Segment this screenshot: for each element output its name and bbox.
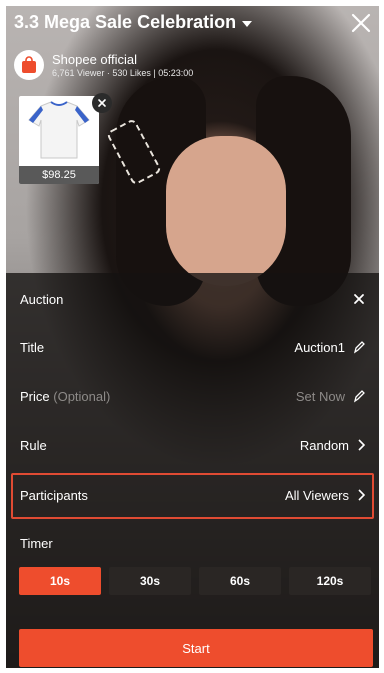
auction-title-value-group: Auction1: [294, 340, 365, 355]
start-button[interactable]: Start: [19, 629, 373, 667]
avatar[interactable]: [14, 50, 44, 80]
auction-panel-header: Auction: [6, 277, 379, 321]
auction-panel: Auction Title Auction1 Price (Optional) …: [6, 273, 379, 668]
video-face-shape: [166, 136, 286, 286]
close-icon[interactable]: [350, 12, 372, 34]
tshirt-product-image: [28, 101, 90, 159]
stream-title[interactable]: 3.3 Mega Sale Celebration: [14, 12, 253, 33]
auction-title-value: Auction1: [294, 339, 345, 355]
auction-panel-title: Auction: [20, 291, 64, 307]
host-name: Shopee official: [52, 52, 138, 67]
timer-option-10s[interactable]: 10s: [19, 567, 101, 595]
auction-rule-row[interactable]: Rule Random: [6, 423, 379, 467]
timer-option-60s[interactable]: 60s: [199, 567, 281, 595]
auction-price-optional: (Optional): [53, 388, 111, 404]
chevron-down-icon: [242, 21, 253, 27]
auction-rule-label: Rule: [20, 437, 47, 453]
product-price: $98.25: [19, 166, 99, 184]
timer-option-120s[interactable]: 120s: [289, 567, 371, 595]
auction-title-row[interactable]: Title Auction1: [6, 325, 379, 369]
auction-price-label: Price (Optional): [20, 389, 110, 404]
timer-label: Timer: [20, 536, 53, 551]
pinned-product-card[interactable]: $98.25: [19, 96, 99, 184]
auction-price-value: Set Now: [295, 388, 345, 404]
auction-price-label-text: Price: [20, 388, 50, 404]
timer-option-30s[interactable]: 30s: [109, 567, 191, 595]
host-stats: 6,761 Viewer · 530 Likes | 05:23:00: [52, 68, 194, 78]
participants-highlight-box: [11, 473, 374, 519]
chevron-right-icon: [358, 439, 365, 451]
auction-price-value-group: Set Now: [296, 389, 365, 404]
stream-title-text: 3.3 Mega Sale Celebration: [14, 12, 237, 32]
pencil-icon[interactable]: [353, 340, 365, 354]
auction-rule-value: Random: [299, 437, 349, 453]
shopee-bag-icon: [22, 56, 36, 73]
auction-price-row[interactable]: Price (Optional) Set Now: [6, 374, 379, 418]
auction-title-label: Title: [20, 339, 45, 355]
close-icon: [98, 99, 106, 107]
pencil-icon[interactable]: [353, 389, 365, 403]
host-info: Shopee official 6,761 Viewer · 530 Likes…: [14, 50, 193, 80]
auction-rule-value-group: Random: [300, 438, 365, 453]
close-icon[interactable]: [353, 293, 365, 305]
product-close-button[interactable]: [92, 93, 112, 113]
